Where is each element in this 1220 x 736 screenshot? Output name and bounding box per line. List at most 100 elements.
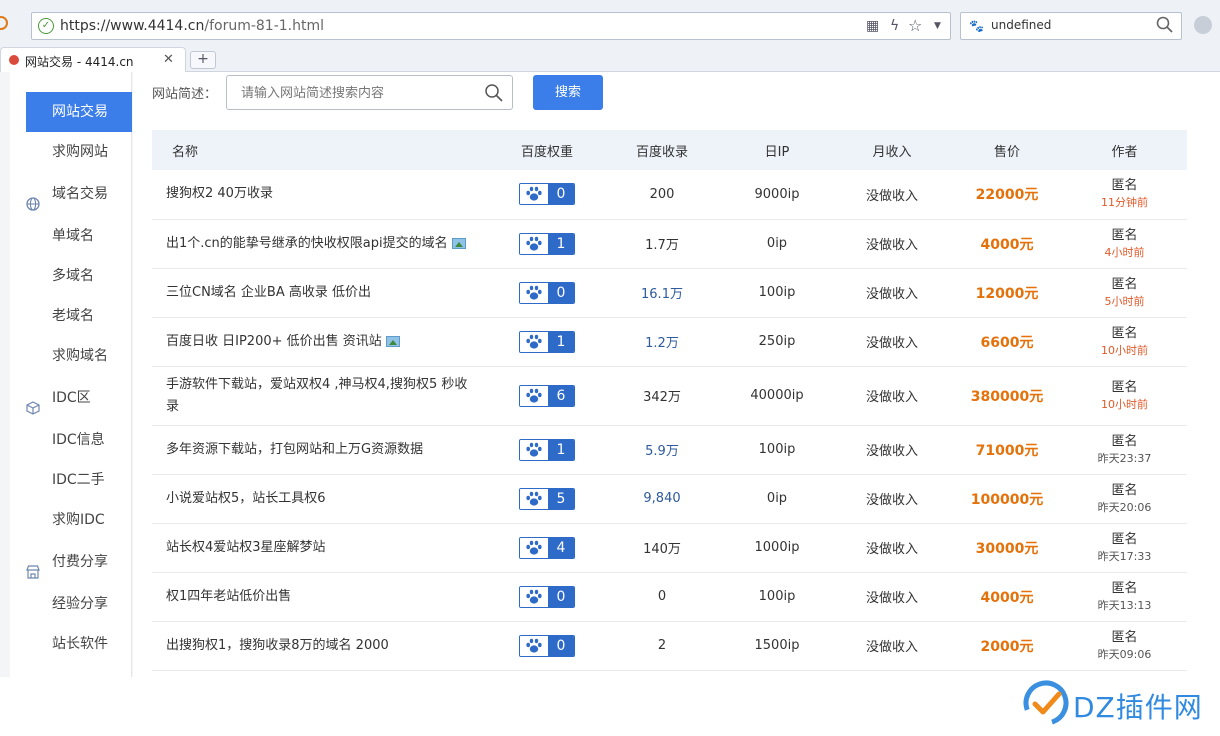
sidebar-item-1[interactable]: 求购网站 (26, 132, 132, 172)
table-row[interactable]: 多年资源下载站，打包网站和上万G资源数据 1 5.9万 100ip 没做收入 71000元… (152, 425, 1187, 474)
sidebar-item-10[interactable]: 求购IDC (26, 500, 132, 540)
table-row[interactable]: 出1个.cn的能挚号继承的快收权限api提交的域名 1 1.7万 0ip 没做收入 400… (152, 219, 1187, 268)
listing-title-link[interactable]: 出搜狗权1，搜狗收录8万的域名 2000 (166, 638, 389, 653)
table-row[interactable]: 百度日收 日IP200+ 低价出售 资讯站 1 1.2万 250ip 没做收入 6600元… (152, 317, 1187, 366)
listing-name[interactable]: 百度日收 日IP200+ 低价出售 资讯站 (152, 317, 492, 366)
price-cell: 100000元 (970, 491, 1044, 508)
income-cell: 没做收入 (865, 188, 918, 204)
baidu-paw-icon (520, 385, 548, 406)
table-row[interactable]: 权1四年老站低价出售 0 0 100ip 没做收入 4000元 匿名 昨天13:13 (152, 572, 1187, 621)
sidebar-item-12[interactable]: 经验分享 (26, 584, 132, 624)
browser-logo-icon[interactable] (0, 16, 8, 30)
baidu-weight-badge: 6 (519, 384, 575, 407)
star-icon[interactable]: ☆ (908, 16, 922, 35)
listing-title-link[interactable]: 权1四年老站低价出售 (166, 589, 291, 604)
baidu-weight-badge: 1 (519, 438, 575, 461)
sidebar-item-label: 老域名 (52, 308, 94, 324)
author-name[interactable]: 匿名 (1062, 531, 1187, 548)
watermark-logo-icon (1023, 680, 1069, 726)
table-row[interactable]: 手游软件下载站，爱站双权4 ,神马权4,搜狗权5 秒收录 6 342万 40000ip… (152, 366, 1187, 425)
listing-name[interactable]: 出搜狗权1，搜狗收录8万的域名 2000 (152, 621, 492, 670)
listing-title-link[interactable]: 手游软件下载站，爱站双权4 ,神马权4,搜狗权5 秒收录 (166, 377, 467, 414)
shop-icon (26, 555, 40, 579)
listing-name[interactable]: 出1个.cn的能挚号继承的快收权限api提交的域名 (152, 219, 492, 268)
sidebar-item-9[interactable]: IDC二手 (26, 460, 132, 500)
sidebar-item-label: 单域名 (52, 228, 94, 244)
browser-chrome: ✓ https://www.4414.cn/forum-81-1.html ▦ … (0, 0, 1220, 73)
close-tab-icon[interactable]: ✕ (163, 52, 174, 67)
listing-name[interactable]: 搜狗权2 40万收录 (152, 170, 492, 219)
lightning-icon[interactable]: ϟ (890, 18, 899, 34)
sidebar-item-13[interactable]: 站长软件 (26, 624, 132, 664)
search-icon[interactable] (1155, 15, 1175, 35)
listing-name[interactable]: 手游软件下载站，爱站双权4 ,神马权4,搜狗权5 秒收录 (152, 366, 492, 425)
listing-title-link[interactable]: 站长权4爱站权3星座解梦站 (166, 540, 326, 555)
search-icon[interactable] (484, 83, 504, 103)
browser-search-value[interactable]: undefined (991, 18, 1051, 32)
listing-title-link[interactable]: 搜狗权2 40万收录 (166, 186, 273, 201)
author-name[interactable]: 匿名 (1062, 580, 1187, 597)
author-name[interactable]: 匿名 (1062, 629, 1187, 646)
author-name[interactable]: 匿名 (1062, 482, 1187, 499)
header-daily-ip: 日IP (764, 144, 790, 160)
income-cell: 没做收入 (865, 238, 918, 253)
weight-value: 1 (548, 331, 574, 352)
table-row[interactable]: 三位CN域名 企业BA 高收录 低价出 0 16.1万 100ip 没做收入 12000元… (152, 268, 1187, 317)
secure-shield-icon[interactable]: ✓ (38, 18, 54, 34)
browser-search-box[interactable]: 🐾 undefined (960, 12, 1182, 40)
sidebar-group-7[interactable]: IDC区 (10, 378, 132, 418)
account-icon[interactable] (1194, 16, 1212, 34)
index-cell: 342万 (643, 390, 681, 405)
sidebar-item-3[interactable]: 单域名 (26, 216, 132, 256)
post-time: 昨天13:13 (1097, 598, 1152, 612)
listing-name[interactable]: 站长权4爱站权3星座解梦站 (152, 523, 492, 572)
sidebar-group-11[interactable]: 付费分享 (10, 542, 132, 582)
sidebar-item-4[interactable]: 多域名 (26, 256, 132, 296)
search-field[interactable] (226, 75, 513, 110)
dropdown-arrow-icon[interactable]: ▼ (934, 21, 941, 31)
listing-title-link[interactable]: 多年资源下载站，打包网站和上万G资源数据 (166, 442, 423, 457)
sidebar-item-5[interactable]: 老域名 (26, 296, 132, 336)
address-bar[interactable]: ✓ https://www.4414.cn/forum-81-1.html ▦ … (31, 12, 951, 40)
address-url[interactable]: https://www.4414.cn/forum-81-1.html (60, 18, 324, 34)
weight-value: 1 (548, 439, 574, 460)
url-path: /forum-81-1.html (204, 18, 325, 34)
table-row[interactable]: 出搜狗权1，搜狗收录8万的域名 2000 0 2 1500ip 没做收入 2000元 匿名昨… (152, 621, 1187, 670)
search-button[interactable]: 搜索 (533, 75, 603, 110)
post-time: 昨天17:33 (1097, 549, 1152, 563)
baidu-paw-icon (520, 439, 548, 460)
qrcode-icon[interactable]: ▦ (866, 18, 879, 34)
author-name[interactable]: 匿名 (1062, 379, 1187, 396)
sidebar-item-8[interactable]: IDC信息 (26, 420, 132, 460)
browser-tab[interactable]: 网站交易 - 4414.cn ✕ (0, 47, 186, 73)
ip-cell: 40000ip (750, 388, 804, 403)
search-input[interactable] (241, 83, 471, 103)
listing-name[interactable]: 多年资源下载站，打包网站和上万G资源数据 (152, 425, 492, 474)
income-cell: 没做收入 (865, 640, 918, 655)
weight-cell: 0 (492, 572, 602, 621)
listing-title-link[interactable]: 三位CN域名 企业BA 高收录 低价出 (166, 285, 371, 300)
author-name[interactable]: 匿名 (1062, 177, 1187, 194)
sidebar-item-6[interactable]: 求购域名 (26, 336, 132, 376)
table-row[interactable]: 站长权4爱站权3星座解梦站 4 140万 1000ip 没做收入 30000元 匿名 昨天17… (152, 523, 1187, 572)
listing-title-link[interactable]: 出1个.cn的能挚号继承的快收权限api提交的域名 (166, 236, 448, 251)
table-row[interactable]: 小说爱站权5，站长工具权6 5 9,840 0ip 没做收入 100000元 匿名 昨天20:… (152, 474, 1187, 523)
listing-title-link[interactable]: 百度日收 日IP200+ 低价出售 资讯站 (166, 334, 382, 349)
table-row[interactable]: 搜狗权2 40万收录 0 200 9000ip 没做收入 22000元 匿名 11分钟前 (152, 170, 1187, 219)
author-name[interactable]: 匿名 (1062, 325, 1187, 342)
globe-icon (26, 187, 40, 211)
author-name[interactable]: 匿名 (1062, 227, 1187, 244)
new-tab-button[interactable]: + (190, 51, 216, 69)
sidebar-group-2[interactable]: 域名交易 (10, 174, 132, 214)
sidebar-item-0[interactable]: 网站交易 (26, 92, 132, 132)
weight-cell: 0 (492, 621, 602, 670)
listing-title-link[interactable]: 小说爱站权5，站长工具权6 (166, 491, 326, 506)
listing-name[interactable]: 小说爱站权5，站长工具权6 (152, 474, 492, 523)
price-cell: 12000元 (975, 285, 1039, 302)
author-name[interactable]: 匿名 (1062, 433, 1187, 450)
ip-cell: 100ip (758, 285, 796, 300)
listing-name[interactable]: 三位CN域名 企业BA 高收录 低价出 (152, 268, 492, 317)
image-attachment-icon (385, 335, 400, 347)
listing-name[interactable]: 权1四年老站低价出售 (152, 572, 492, 621)
author-name[interactable]: 匿名 (1062, 276, 1187, 293)
